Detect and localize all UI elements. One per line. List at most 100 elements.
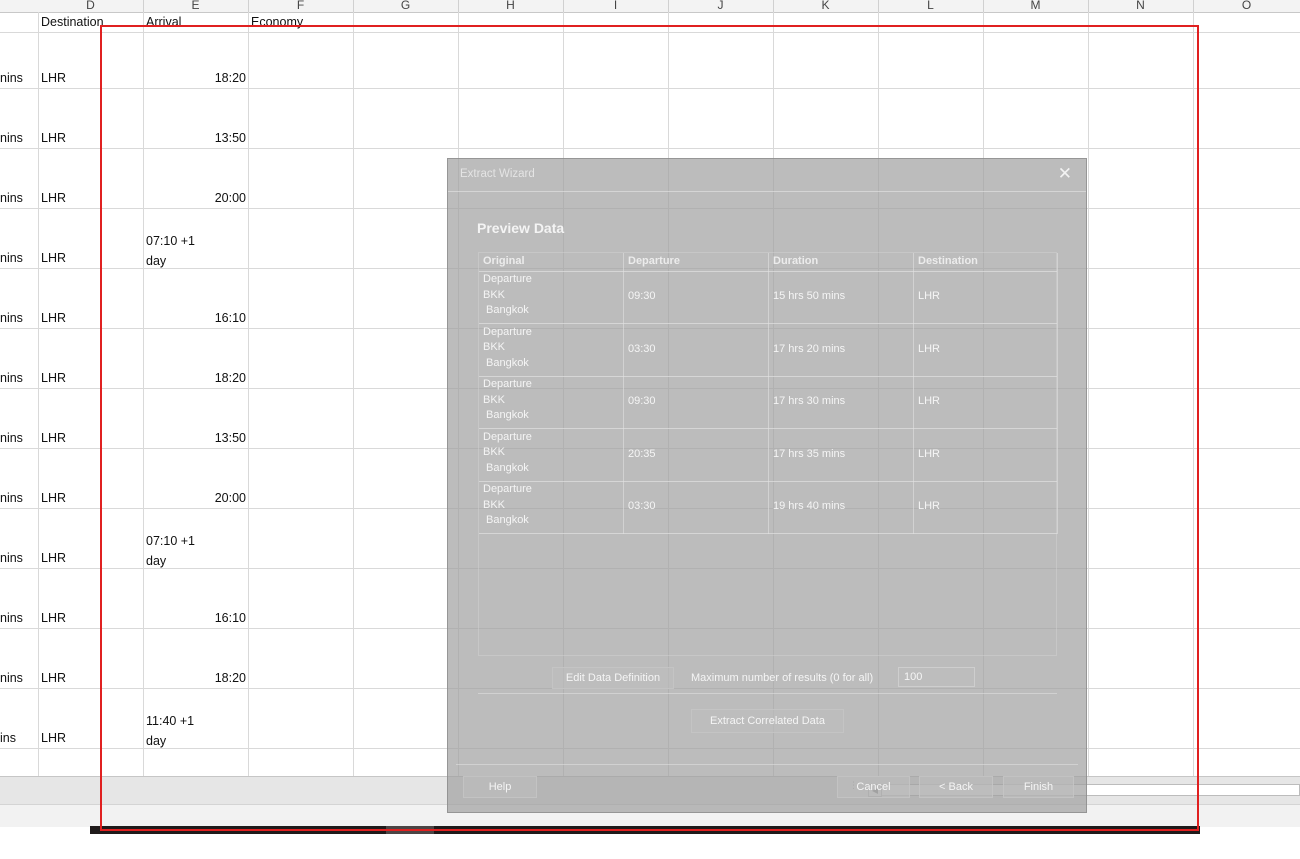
cell-destination[interactable]: LHR	[41, 71, 66, 85]
header-arrival[interactable]: Arrival	[146, 15, 181, 29]
cell-duration[interactable]: nins	[0, 551, 23, 565]
dialog-title: Extract Wizard	[460, 168, 535, 180]
max-results-input[interactable]: 100	[898, 667, 975, 687]
column-header-m[interactable]: M	[983, 0, 1089, 12]
preview-cell-duration: 19 hrs 40 mins	[773, 500, 846, 512]
column-header-h[interactable]: H	[458, 0, 564, 12]
cell-duration[interactable]: nins	[0, 671, 23, 685]
preview-original-line: BKK	[483, 341, 506, 353]
table-row: nins LHR 13:50	[0, 89, 1300, 149]
preview-cell-original: Departure BKK Bangkok	[483, 377, 532, 424]
column-header-d[interactable]: D	[38, 0, 144, 12]
finish-button[interactable]: Finish	[1003, 776, 1074, 798]
cell-arrival[interactable]: 07:10 +1 day	[146, 231, 206, 271]
preview-cell-original: Departure BKK Bangkok	[483, 430, 532, 477]
preview-cell-departure: 20:35	[628, 447, 656, 460]
preview-original-line: Departure	[483, 325, 532, 338]
column-header-i[interactable]: I	[563, 0, 669, 12]
cell-arrival[interactable]: 07:10 +1 day	[146, 531, 206, 571]
preview-col-destination[interactable]: Destination	[918, 255, 978, 267]
cell-duration[interactable]: nins	[0, 311, 23, 325]
preview-cell-destination: LHR	[918, 342, 941, 355]
column-header-o[interactable]: O	[1193, 0, 1300, 12]
cell-arrival[interactable]: 20:00	[146, 191, 246, 205]
cell-destination[interactable]: LHR	[41, 551, 66, 565]
header-economy[interactable]: Economy	[251, 15, 303, 29]
back-button[interactable]: < Back	[919, 776, 993, 798]
cell-duration[interactable]: ins	[0, 731, 16, 745]
cell-destination[interactable]: LHR	[41, 431, 66, 445]
preview-table: Original Departure Duration Destination …	[478, 252, 1058, 656]
header-row: Destination Arrival Economy	[0, 12, 1300, 33]
preview-row[interactable]: Departure BKK Bangkok 03:30 19 hrs 40 mins LH…	[479, 481, 1057, 534]
preview-cell-original: Departure BKK Bangkok	[483, 482, 532, 529]
cell-duration[interactable]: nins	[0, 491, 23, 505]
cell-destination[interactable]: LHR	[41, 371, 66, 385]
cell-destination[interactable]: LHR	[41, 311, 66, 325]
column-header-l[interactable]: L	[878, 0, 984, 12]
cell-arrival[interactable]: 13:50	[146, 431, 246, 445]
cell-duration[interactable]: nins	[0, 611, 23, 625]
preview-col-duration[interactable]: Duration	[773, 255, 818, 267]
column-header-j[interactable]: J	[668, 0, 774, 12]
extract-correlated-data-button[interactable]: Extract Correlated Data	[691, 709, 844, 733]
preview-cell-departure: 09:30	[628, 395, 656, 407]
cell-arrival[interactable]: 16:10	[146, 311, 246, 325]
cell-destination[interactable]: LHR	[41, 671, 66, 685]
preview-cell-duration: 15 hrs 50 mins	[773, 290, 846, 302]
cell-arrival[interactable]: 16:10	[146, 611, 246, 625]
title-divider	[448, 191, 1086, 192]
column-header-n[interactable]: N	[1088, 0, 1194, 12]
cell-duration[interactable]: nins	[0, 191, 23, 205]
preview-row[interactable]: Departure BKK Bangkok 20:35 17 hrs 35 mins LH…	[479, 429, 1057, 482]
cell-destination[interactable]: LHR	[41, 611, 66, 625]
cell-arrival[interactable]: 18:20	[146, 371, 246, 385]
column-header-g[interactable]: G	[353, 0, 459, 12]
preview-original-line: BKK	[483, 498, 506, 511]
cell-arrival[interactable]: 18:20	[146, 71, 246, 85]
preview-original-line: Bangkok	[486, 514, 529, 526]
column-header-e[interactable]: E	[143, 0, 249, 12]
preview-cell-duration: 17 hrs 30 mins	[773, 395, 846, 407]
preview-cell-duration: 17 hrs 35 mins	[773, 447, 846, 460]
column-header-f[interactable]: F	[248, 0, 354, 12]
close-icon[interactable]: ✕	[1058, 164, 1072, 184]
cell-duration[interactable]: nins	[0, 71, 23, 85]
preview-row[interactable]: Departure BKK Bangkok 03:30 17 hrs 20 mins LH…	[479, 324, 1057, 377]
preview-col-original[interactable]: Original	[483, 255, 525, 267]
preview-cell-original: Departure BKK Bangkok	[483, 272, 532, 319]
preview-original-line: Departure	[483, 430, 532, 443]
taskbar	[90, 826, 1200, 834]
cell-duration[interactable]: nins	[0, 131, 23, 145]
extract-wizard-dialog: Extract Wizard ✕ Preview Data Original D…	[447, 158, 1087, 813]
column-header-k[interactable]: K	[773, 0, 879, 12]
cell-destination[interactable]: LHR	[41, 191, 66, 205]
preview-cell-destination: LHR	[918, 500, 941, 512]
preview-row[interactable]: Departure BKK Bangkok 09:30 17 hrs 30 mins LH…	[479, 376, 1057, 429]
cell-destination[interactable]: LHR	[41, 131, 66, 145]
preview-col-departure[interactable]: Departure	[628, 255, 680, 267]
preview-original-line: Bangkok	[486, 409, 529, 421]
cell-arrival[interactable]: 11:40 +1 day	[146, 711, 206, 751]
help-button[interactable]: Help	[463, 776, 537, 798]
cell-duration[interactable]: nins	[0, 431, 23, 445]
preview-cell-original: Departure BKK Bangkok	[483, 325, 532, 372]
cell-destination[interactable]: LHR	[41, 731, 66, 745]
cell-arrival[interactable]: 20:00	[146, 491, 246, 505]
preview-row[interactable]: Departure BKK Bangkok 09:30 15 hrs 50 mins LH…	[479, 271, 1057, 324]
cancel-button[interactable]: Cancel	[837, 776, 910, 798]
cell-arrival[interactable]: 18:20	[146, 671, 246, 685]
preview-original-line: Bangkok	[486, 461, 529, 474]
cell-destination[interactable]: LHR	[41, 491, 66, 505]
cell-destination[interactable]: LHR	[41, 251, 66, 265]
cell-arrival[interactable]: 13:50	[146, 131, 246, 145]
preview-cell-duration: 17 hrs 20 mins	[773, 342, 846, 355]
header-destination[interactable]: Destination	[41, 15, 104, 29]
taskbar-button[interactable]	[386, 826, 434, 834]
edit-data-definition-button[interactable]: Edit Data Definition	[552, 667, 674, 689]
preview-cell-departure: 03:30	[628, 342, 656, 355]
cell-duration[interactable]: nins	[0, 251, 23, 265]
cell-duration[interactable]: nins	[0, 371, 23, 385]
preview-original-line: BKK	[483, 393, 506, 406]
preview-original-line: Bangkok	[486, 356, 529, 369]
